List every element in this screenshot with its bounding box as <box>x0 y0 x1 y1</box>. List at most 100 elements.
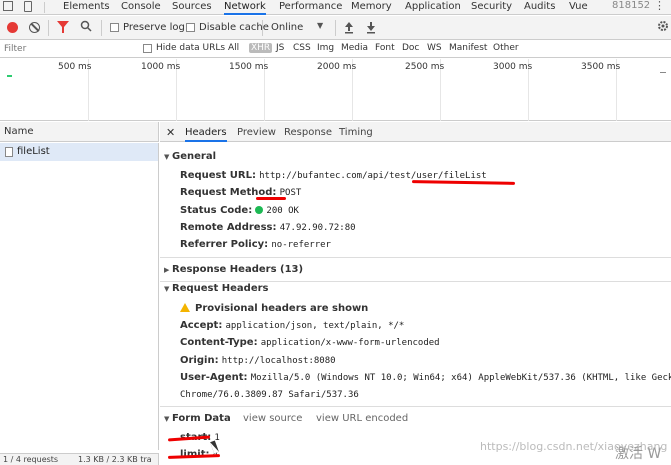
request-headers-section-header[interactable]: ▼ Request Headers <box>164 283 268 294</box>
section-divider <box>160 257 671 258</box>
more-options-icon[interactable]: ⋮ <box>654 0 665 12</box>
view-url-encoded-link[interactable]: view URL encoded <box>316 413 408 424</box>
devtools-tab-bar: Elements Console Sources Network Perform… <box>0 0 671 15</box>
device-toolbar-icon[interactable] <box>24 1 32 12</box>
expanded-arrow-icon: ▼ <box>164 285 170 293</box>
tab-security[interactable]: Security <box>471 0 512 15</box>
origin-row: Origin: http://localhost:8080 <box>180 355 336 366</box>
annotation-underline <box>256 197 286 200</box>
request-count: 1 / 4 requests <box>3 455 59 464</box>
gear-icon[interactable] <box>657 20 669 35</box>
preserve-log-checkbox[interactable] <box>110 23 119 32</box>
timeline-tick: 1500 ms <box>229 62 269 72</box>
user-agent-row-continued: Chrome/76.0.3809.87 Safari/537.36 <box>180 390 359 400</box>
filter-input[interactable] <box>2 42 130 56</box>
expanded-arrow-icon: ▼ <box>164 153 170 161</box>
inspect-element-icon[interactable] <box>3 1 13 11</box>
filter-type-manifest[interactable]: Manifest <box>449 43 487 53</box>
timeline-tick: 2000 ms <box>317 62 357 72</box>
timeline-tick: 2500 ms <box>405 62 445 72</box>
status-code-value: 200 OK <box>266 206 299 216</box>
referrer-policy-row: Referrer Policy: no-referrer <box>180 239 331 250</box>
accept-row: Accept: application/json, text/plain, */… <box>180 320 405 331</box>
request-list-header[interactable]: Name <box>0 122 159 142</box>
filter-type-js[interactable]: JS <box>276 43 284 53</box>
request-name[interactable]: fileList <box>17 146 50 157</box>
request-row[interactable]: fileList <box>0 143 159 161</box>
filter-type-other[interactable]: Other <box>493 43 519 53</box>
tab-console[interactable]: Console <box>121 0 161 15</box>
tab-timing[interactable]: Timing <box>339 127 373 138</box>
headers-panel: ▼ General Request URL: http://bufantec.co… <box>160 143 671 465</box>
user-agent-row: User-Agent: Mozilla/5.0 (Windows NT 10.0… <box>180 372 671 383</box>
error-counter[interactable]: 818152 <box>612 0 650 11</box>
tab-divider <box>44 2 45 13</box>
tab-preview[interactable]: Preview <box>237 127 276 138</box>
request-list-empty-area <box>0 161 159 450</box>
timeline-tick: 3500 ms <box>581 62 621 72</box>
filter-bar: Hide data URLs All XHR JS CSS Img Media … <box>0 41 671 58</box>
view-source-link[interactable]: view source <box>243 413 302 424</box>
export-har-icon[interactable] <box>366 20 376 37</box>
response-headers-section-header[interactable]: ▶ Response Headers (13) <box>164 264 303 275</box>
timeline-tick: 3000 ms <box>493 62 533 72</box>
general-section-header[interactable]: ▼ General <box>164 151 216 162</box>
tab-network[interactable]: Network <box>224 0 266 15</box>
tab-elements[interactable]: Elements <box>63 0 110 15</box>
timeline-tick: 1000 ms <box>141 62 181 72</box>
filter-type-font[interactable]: Font <box>375 43 395 53</box>
transfer-size: 1.3 KB / 2.3 KB tra <box>78 455 152 464</box>
throttle-select[interactable]: Online <box>271 22 303 33</box>
clear-icon[interactable] <box>29 22 40 33</box>
toolbar-divider <box>101 20 102 36</box>
tab-vue[interactable]: Vue <box>569 0 588 15</box>
toolbar-divider <box>262 20 263 36</box>
hide-data-urls-label: Hide data URLs <box>156 43 226 53</box>
status-ok-icon <box>255 206 264 214</box>
network-status-bar: 1 / 4 requests 1.3 KB / 2.3 KB tra <box>0 453 159 465</box>
disable-cache-label: Disable cache <box>199 22 269 33</box>
import-har-icon[interactable] <box>344 20 354 37</box>
tab-response[interactable]: Response <box>284 127 332 138</box>
referrer-policy-value: no-referrer <box>271 240 331 250</box>
filter-type-css[interactable]: CSS <box>293 43 311 53</box>
tab-audits[interactable]: Audits <box>524 0 555 15</box>
filter-type-xhr[interactable]: XHR <box>249 43 273 53</box>
search-icon[interactable] <box>80 20 92 37</box>
close-icon[interactable]: ✕ <box>166 126 175 139</box>
chevron-down-icon[interactable]: ▼ <box>317 21 323 30</box>
content-type-row: Content-Type: application/x-www-form-url… <box>180 337 440 348</box>
tab-application[interactable]: Application <box>405 0 461 15</box>
filter-icon[interactable] <box>57 20 69 37</box>
tab-headers[interactable]: Headers <box>185 122 227 142</box>
filter-type-ws[interactable]: WS <box>427 43 442 53</box>
timeline-marker <box>660 72 666 73</box>
disable-cache-checkbox[interactable] <box>186 23 195 32</box>
status-code-row: Status Code: 200 OK <box>180 205 299 216</box>
collapsed-arrow-icon: ▶ <box>164 266 170 274</box>
tab-sources[interactable]: Sources <box>172 0 212 15</box>
toolbar-divider <box>335 20 336 36</box>
column-name[interactable]: Name <box>4 126 34 137</box>
provisional-warning: Provisional headers are shown <box>180 303 368 314</box>
request-url-value: http://bufantec.com/api/test/user/fileLi… <box>259 171 487 181</box>
expanded-arrow-icon: ▼ <box>164 415 170 423</box>
document-icon <box>5 147 13 157</box>
tab-memory[interactable]: Memory <box>351 0 392 15</box>
hide-data-urls-checkbox[interactable] <box>143 44 152 53</box>
filter-type-media[interactable]: Media <box>341 43 368 53</box>
record-icon[interactable] <box>7 22 18 33</box>
section-divider <box>160 406 671 407</box>
filter-type-all[interactable]: All <box>228 43 239 53</box>
network-timeline[interactable]: 500 ms 1000 ms 1500 ms 2000 ms 2500 ms 3… <box>0 59 671 121</box>
detail-tab-bar: ✕ Headers Preview Response Timing <box>160 122 671 142</box>
activation-notice: 激活 W <box>615 446 662 462</box>
tab-performance[interactable]: Performance <box>279 0 342 15</box>
form-data-section-header[interactable]: ▼ Form Data <box>164 413 231 424</box>
timeline-tick: 500 ms <box>58 62 92 72</box>
filter-type-doc[interactable]: Doc <box>402 43 419 53</box>
filter-type-img[interactable]: Img <box>317 43 334 53</box>
request-url-row: Request URL: http://bufantec.com/api/tes… <box>180 170 487 181</box>
toolbar-divider <box>48 20 49 36</box>
warning-icon <box>180 303 190 312</box>
